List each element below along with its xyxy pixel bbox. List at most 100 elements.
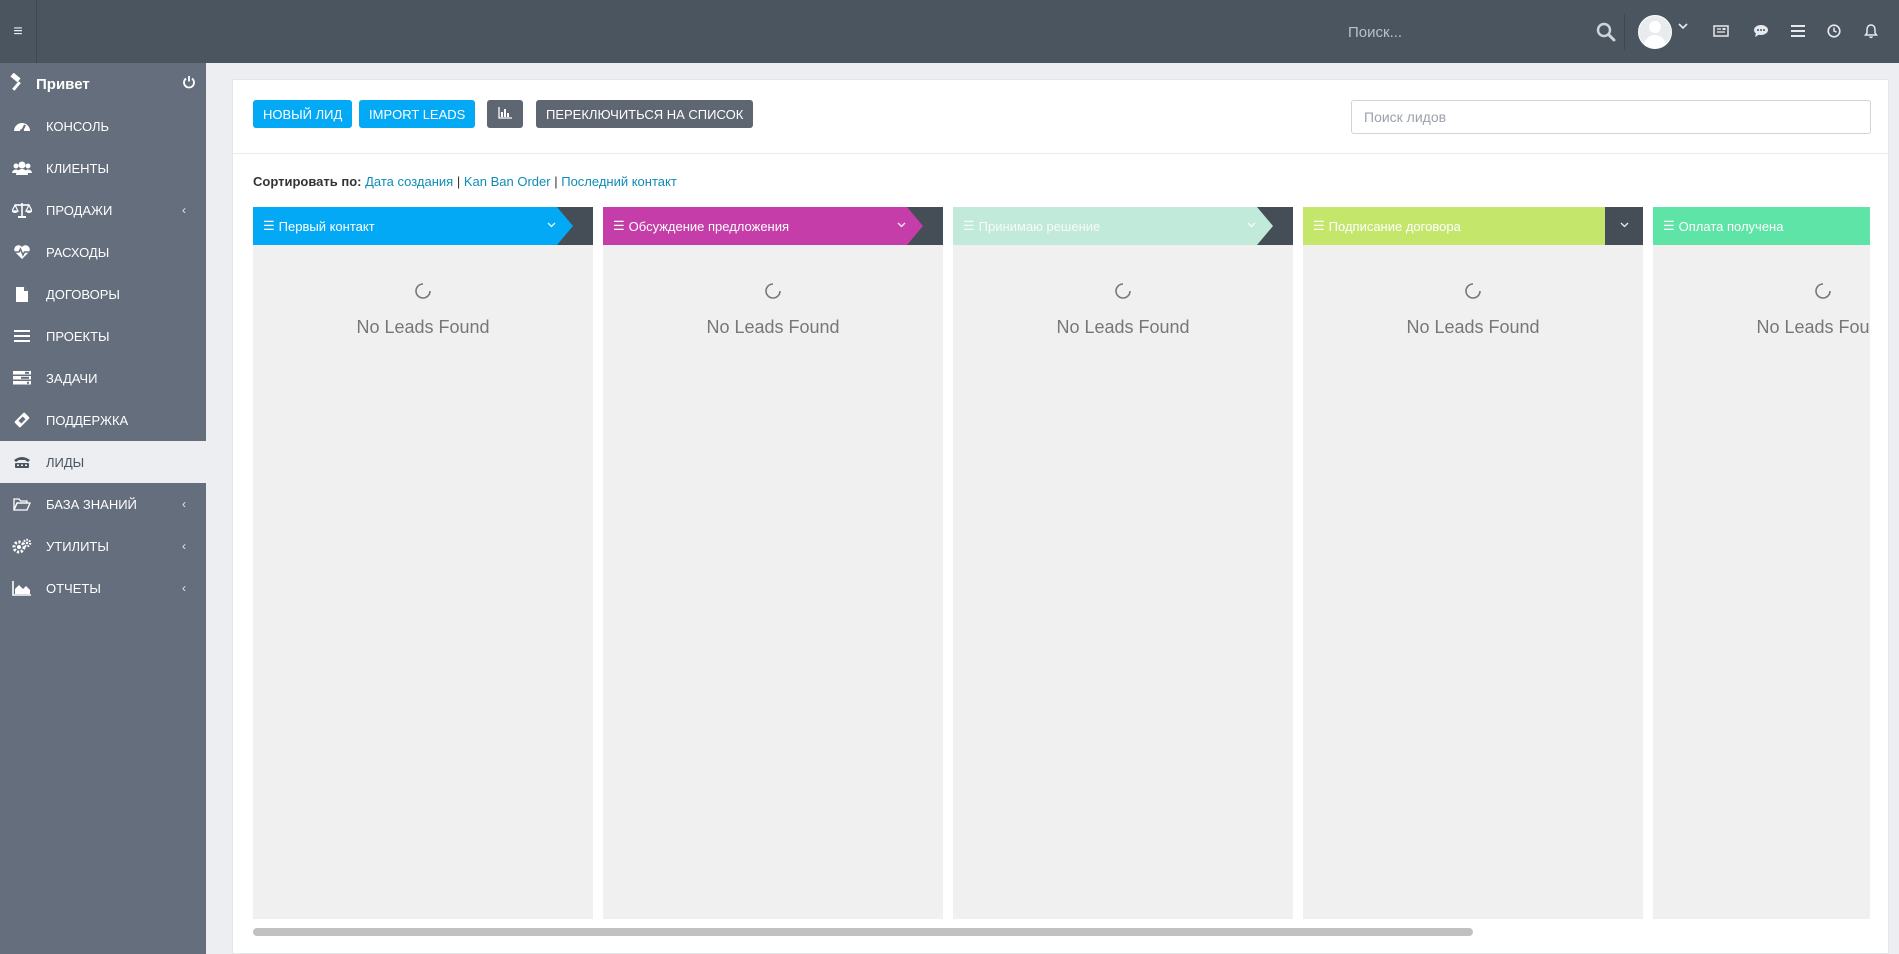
empty-state-text: No Leads Found bbox=[356, 317, 490, 337]
global-search bbox=[1336, 14, 1636, 50]
sidebar-greeting: Привет bbox=[36, 75, 90, 93]
clock-icon[interactable] bbox=[1823, 20, 1845, 42]
menu-icon: ≡ bbox=[13, 22, 23, 40]
search-icon[interactable] bbox=[1596, 22, 1616, 45]
news-icon[interactable] bbox=[1710, 20, 1732, 42]
kanban-column-header[interactable]: ☰ Подписание договора bbox=[1303, 207, 1643, 245]
sidebar-profile: Привет bbox=[0, 63, 206, 105]
sidebar-item-label: РАСХОДЫ bbox=[46, 244, 110, 260]
kanban-column-header[interactable]: ☰ Обсуждение предложения bbox=[603, 207, 943, 245]
sidebar-item-label: ПРОДАЖИ bbox=[46, 202, 113, 218]
chevron-down-icon[interactable] bbox=[1678, 22, 1688, 33]
sidebar-item-sales[interactable]: ПРОДАЖИ ‹ bbox=[0, 189, 206, 231]
sort-options: Сортировать по: Дата создания | Kan Ban … bbox=[253, 174, 677, 189]
kanban-column: ☰ Подписание договора No Leads Found bbox=[1303, 207, 1643, 919]
sidebar-item-label: КОНСОЛЬ bbox=[46, 118, 110, 134]
sidebar-item-label: ОТЧЕТЫ bbox=[46, 580, 101, 596]
sidebar-item-leads[interactable]: ЛИДЫ bbox=[0, 441, 206, 483]
area-chart-icon bbox=[12, 578, 32, 598]
top-navbar: ≡ bbox=[0, 0, 1899, 63]
sidebar-item-expenses[interactable]: РАСХОДЫ bbox=[0, 231, 206, 273]
empty-state-text: No Leads Found bbox=[706, 317, 840, 337]
kanban-column-body: No Leads Found bbox=[953, 245, 1293, 919]
column-title: Первый контакт bbox=[278, 218, 375, 234]
sidebar-item-console[interactable]: КОНСОЛЬ bbox=[0, 105, 206, 147]
tasks-icon bbox=[12, 368, 32, 388]
sort-by-created-link[interactable]: Дата создания bbox=[365, 174, 453, 189]
chevron-down-icon[interactable] bbox=[897, 220, 906, 231]
empty-state-text: No Leads Found bbox=[1056, 317, 1190, 337]
sidebar-item-projects[interactable]: ПРОЕКТЫ bbox=[0, 315, 206, 357]
refresh-icon bbox=[415, 283, 431, 299]
column-title: Принимаю решение bbox=[978, 218, 1101, 234]
sort-by-last-contact-link[interactable]: Последний контакт bbox=[561, 174, 677, 189]
chat-icon[interactable] bbox=[1750, 20, 1772, 42]
chevron-down-icon[interactable] bbox=[1247, 220, 1256, 231]
hammer-icon bbox=[8, 72, 26, 95]
file-icon bbox=[12, 284, 32, 304]
balance-scale-icon bbox=[12, 200, 32, 220]
sidebar-item-knowledge-base[interactable]: БАЗА ЗНАНИЙ ‹ bbox=[0, 483, 206, 525]
ticket-icon bbox=[12, 410, 32, 430]
refresh-icon bbox=[1815, 283, 1831, 299]
lead-search-input[interactable] bbox=[1351, 100, 1871, 134]
kanban-column-header[interactable]: ☰ Принимаю решение bbox=[953, 207, 1293, 245]
bars-icon: ☰ bbox=[613, 218, 625, 233]
menu-toggle-button[interactable]: ≡ bbox=[0, 0, 37, 63]
folder-open-icon bbox=[12, 494, 32, 514]
list-icon[interactable] bbox=[1787, 20, 1809, 42]
refresh-icon bbox=[1465, 283, 1481, 299]
sort-separator: | bbox=[456, 174, 461, 189]
leads-summary-button[interactable] bbox=[487, 100, 523, 128]
chevron-left-icon: ‹ bbox=[182, 581, 186, 595]
sidebar-item-label: ЗАДАЧИ bbox=[46, 370, 98, 386]
kanban-column: ☰ Оплата получена No Leads Found bbox=[1653, 207, 1870, 919]
chevron-left-icon: ‹ bbox=[182, 497, 186, 511]
sidebar-item-contracts[interactable]: ДОГОВОРЫ bbox=[0, 273, 206, 315]
sidebar-item-tasks[interactable]: ЗАДАЧИ bbox=[0, 357, 206, 399]
sidebar-item-reports[interactable]: ОТЧЕТЫ ‹ bbox=[0, 567, 206, 609]
sidebar-item-label: УТИЛИТЫ bbox=[46, 538, 109, 554]
empty-state-text: No Leads Found bbox=[1406, 317, 1540, 337]
sidebar: Привет КОНСОЛЬ КЛИЕНТЫ ПРОДАЖИ ‹ РАСХОДЫ… bbox=[0, 63, 206, 954]
chevron-down-icon[interactable] bbox=[1620, 220, 1629, 231]
horizontal-scrollbar[interactable] bbox=[253, 928, 1473, 936]
sort-by-kanban-order-link[interactable]: Kan Ban Order bbox=[464, 174, 551, 189]
sidebar-item-label: БАЗА ЗНАНИЙ bbox=[46, 496, 137, 512]
kanban-column-body: No Leads Found bbox=[1303, 245, 1643, 919]
leads-toolbar: НОВЫЙ ЛИД IMPORT LEADS ПЕРЕКЛЮЧИТЬСЯ НА … bbox=[233, 80, 1888, 154]
users-icon bbox=[12, 158, 32, 178]
bars-icon: ☰ bbox=[1313, 218, 1325, 233]
bars-icon: ☰ bbox=[1663, 218, 1675, 233]
chevron-down-icon[interactable] bbox=[547, 220, 556, 231]
sort-separator: | bbox=[554, 174, 558, 189]
kanban-column: ☰ Обсуждение предложения No Leads Found bbox=[603, 207, 943, 919]
power-icon[interactable] bbox=[182, 75, 196, 93]
sidebar-item-label: ДОГОВОРЫ bbox=[46, 286, 120, 302]
leads-panel: НОВЫЙ ЛИД IMPORT LEADS ПЕРЕКЛЮЧИТЬСЯ НА … bbox=[232, 79, 1889, 954]
kanban-board: ☰ Первый контакт No Leads Found ☰ Обсужд… bbox=[253, 207, 1870, 919]
bars-icon: ☰ bbox=[963, 218, 975, 233]
import-leads-button[interactable]: IMPORT LEADS bbox=[359, 100, 476, 128]
kanban-column-body: No Leads Found bbox=[253, 245, 593, 919]
divider bbox=[1624, 14, 1625, 50]
avatar[interactable] bbox=[1638, 15, 1672, 49]
kanban-column-body: No Leads Found bbox=[603, 245, 943, 919]
sidebar-item-utilities[interactable]: УТИЛИТЫ ‹ bbox=[0, 525, 206, 567]
bars-icon bbox=[12, 326, 32, 346]
sidebar-item-label: ПОДДЕРЖКА bbox=[46, 412, 129, 428]
new-lead-button[interactable]: НОВЫЙ ЛИД bbox=[253, 100, 353, 128]
bar-chart-icon bbox=[498, 106, 512, 122]
bars-icon: ☰ bbox=[263, 218, 275, 233]
refresh-icon bbox=[1115, 283, 1131, 299]
switch-to-list-button[interactable]: ПЕРЕКЛЮЧИТЬСЯ НА СПИСОК bbox=[536, 100, 754, 128]
sidebar-item-label: ПРОЕКТЫ bbox=[46, 328, 110, 344]
kanban-column: ☰ Принимаю решение No Leads Found bbox=[953, 207, 1293, 919]
bell-icon[interactable] bbox=[1860, 20, 1882, 42]
global-search-input[interactable] bbox=[1336, 14, 1600, 50]
sidebar-item-support[interactable]: ПОДДЕРЖКА bbox=[0, 399, 206, 441]
dashboard-icon bbox=[12, 116, 32, 136]
sidebar-item-clients[interactable]: КЛИЕНТЫ bbox=[0, 147, 206, 189]
kanban-column-header[interactable]: ☰ Первый контакт bbox=[253, 207, 593, 245]
kanban-column-header[interactable]: ☰ Оплата получена bbox=[1653, 207, 1870, 245]
